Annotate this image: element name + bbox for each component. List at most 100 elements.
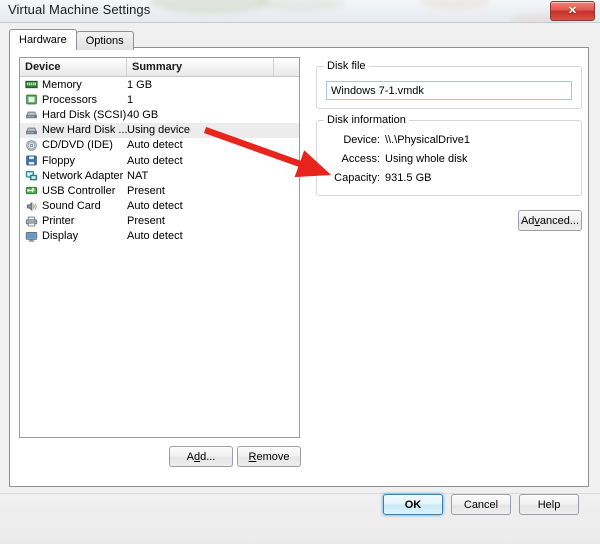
advanced-button-label: Advanced... <box>520 214 580 227</box>
device-row-name-label: Printer <box>42 215 75 228</box>
disk-info-row-access: Access: Using whole disk <box>317 153 581 165</box>
device-row-name-label: Sound Card <box>42 200 101 213</box>
device-row-summary: Using device <box>127 124 190 137</box>
tab-options-label: Options <box>85 35 124 47</box>
device-row-name: Display <box>25 230 127 243</box>
title-bar: Virtual Machine Settings ✕ <box>0 0 600 22</box>
disk-info-label-access: Access: <box>341 153 380 165</box>
hard-disk-icon <box>26 127 37 134</box>
device-row-name: Sound Card <box>25 200 127 213</box>
sound-card-icon <box>27 201 37 211</box>
cancel-button-label: Cancel <box>463 498 499 511</box>
disk-information-group: Disk information Device: \\.\PhysicalDri… <box>316 114 582 196</box>
add-button-label: Add... <box>186 450 216 463</box>
disk-info-label-device: Device: <box>343 134 380 146</box>
device-row-summary: 1 <box>127 93 134 106</box>
device-row-summary: Present <box>127 215 165 228</box>
device-row-name: Processors <box>25 93 127 106</box>
device-row-name: Printer <box>25 215 127 228</box>
display-icon <box>25 232 38 242</box>
device-list-rows: Memory 1 GB Processors 1 Hard Disk (SCSI) 40 … <box>20 77 299 244</box>
device-row-name-label: Floppy <box>42 154 76 167</box>
device-row-summary: 1 GB <box>127 78 153 91</box>
device-row-name: Floppy <box>25 154 127 167</box>
device-row[interactable]: Sound Card Auto detect <box>20 199 299 214</box>
device-row-name: Network Adapter <box>25 169 127 182</box>
device-list-header: Device Summary <box>20 58 299 77</box>
device-row-name: Memory <box>25 78 127 91</box>
cancel-button[interactable]: Cancel <box>451 494 511 515</box>
close-button[interactable]: ✕ <box>550 1 595 21</box>
device-row-name-label: New Hard Disk ... <box>42 124 127 137</box>
device-row[interactable]: USB Controller Present <box>20 183 299 198</box>
virtual-machine-settings-window: Virtual Machine Settings ✕ Hardware Opti… <box>0 0 600 544</box>
device-row-name: Hard Disk (SCSI) <box>25 108 127 121</box>
desktop-blur-smudge <box>420 0 490 10</box>
tab-hardware[interactable]: Hardware <box>9 29 77 50</box>
printer-icon <box>25 216 38 227</box>
device-row-name-label: Display <box>42 230 79 243</box>
column-header-blank[interactable] <box>274 58 299 76</box>
help-button-label: Help <box>537 498 561 511</box>
device-row-name: CD/DVD (IDE) <box>25 139 127 152</box>
ok-button[interactable]: OK <box>383 494 443 515</box>
device-row[interactable]: Display Auto detect <box>20 229 299 244</box>
tab-options[interactable]: Options <box>75 31 134 50</box>
cd-dvd-icon <box>26 140 37 151</box>
tab-strip: Hardware Options <box>9 29 134 50</box>
disk-information-group-title: Disk information <box>324 114 409 126</box>
hardware-tab-page: Device Summary Memory 1 GB Processors 1 Hard… <box>9 47 589 487</box>
device-row-name-label: CD/DVD (IDE) <box>42 139 113 152</box>
hard-disk-icon <box>26 112 37 119</box>
disk-file-group: Disk file <box>316 60 582 109</box>
device-row[interactable]: Printer Present <box>20 214 299 229</box>
disk-info-value-capacity: 931.5 GB <box>385 172 432 184</box>
device-row[interactable]: Processors 1 <box>20 92 299 107</box>
column-header-summary[interactable]: Summary <box>127 58 274 76</box>
device-row-summary: Auto detect <box>127 154 183 167</box>
help-button[interactable]: Help <box>519 494 579 515</box>
device-row-name: New Hard Disk ... <box>25 124 127 137</box>
device-row[interactable]: Floppy Auto detect <box>20 153 299 168</box>
tab-hardware-label: Hardware <box>19 34 67 46</box>
remove-button[interactable]: Remove <box>237 446 301 467</box>
ok-button-label: OK <box>404 498 422 511</box>
device-row[interactable]: Hard Disk (SCSI) 40 GB <box>20 107 299 122</box>
disk-info-row-device: Device: \\.\PhysicalDrive1 <box>317 134 581 146</box>
disk-info-value-access: Using whole disk <box>385 153 468 165</box>
device-row[interactable]: Memory 1 GB <box>20 77 299 92</box>
device-row-name-label: Processors <box>42 93 98 106</box>
device-row[interactable]: CD/DVD (IDE) Auto detect <box>20 138 299 153</box>
device-row-name-label: Memory <box>42 78 82 91</box>
device-row-summary: Auto detect <box>127 139 183 152</box>
add-button[interactable]: Add... <box>169 446 233 467</box>
device-row-name: USB Controller <box>25 184 127 197</box>
device-row-summary: Auto detect <box>127 200 183 213</box>
window-title: Virtual Machine Settings <box>8 2 151 17</box>
column-header-device[interactable]: Device <box>20 58 127 76</box>
disk-info-value-device: \\.\PhysicalDrive1 <box>385 134 470 146</box>
floppy-icon <box>26 155 37 166</box>
close-icon: ✕ <box>567 4 578 17</box>
device-row[interactable]: Network Adapter NAT <box>20 168 299 183</box>
device-row[interactable]: New Hard Disk ... Using device <box>20 122 299 138</box>
disk-file-group-title: Disk file <box>324 60 369 72</box>
device-row-summary: Auto detect <box>127 230 183 243</box>
desktop-blur-smudge <box>255 0 345 12</box>
disk-info-row-capacity: Capacity: 931.5 GB <box>317 172 581 184</box>
device-row-summary: NAT <box>127 169 149 182</box>
device-list[interactable]: Device Summary Memory 1 GB Processors 1 Hard… <box>19 57 300 438</box>
device-row-name-label: USB Controller <box>42 184 116 197</box>
processor-icon <box>26 94 37 105</box>
disk-file-input[interactable] <box>326 81 572 100</box>
device-row-name-label: Network Adapter <box>42 169 124 182</box>
disk-info-label-capacity: Capacity: <box>334 172 380 184</box>
device-row-summary: Present <box>127 184 165 197</box>
network-adapter-icon <box>25 171 38 181</box>
device-row-name-label: Hard Disk (SCSI) <box>42 108 127 121</box>
remove-button-label: Remove <box>248 450 290 463</box>
memory-icon <box>25 80 38 89</box>
usb-controller-icon <box>25 187 38 195</box>
desktop-blur-smudge <box>150 0 270 14</box>
advanced-button[interactable]: Advanced... <box>518 210 582 231</box>
